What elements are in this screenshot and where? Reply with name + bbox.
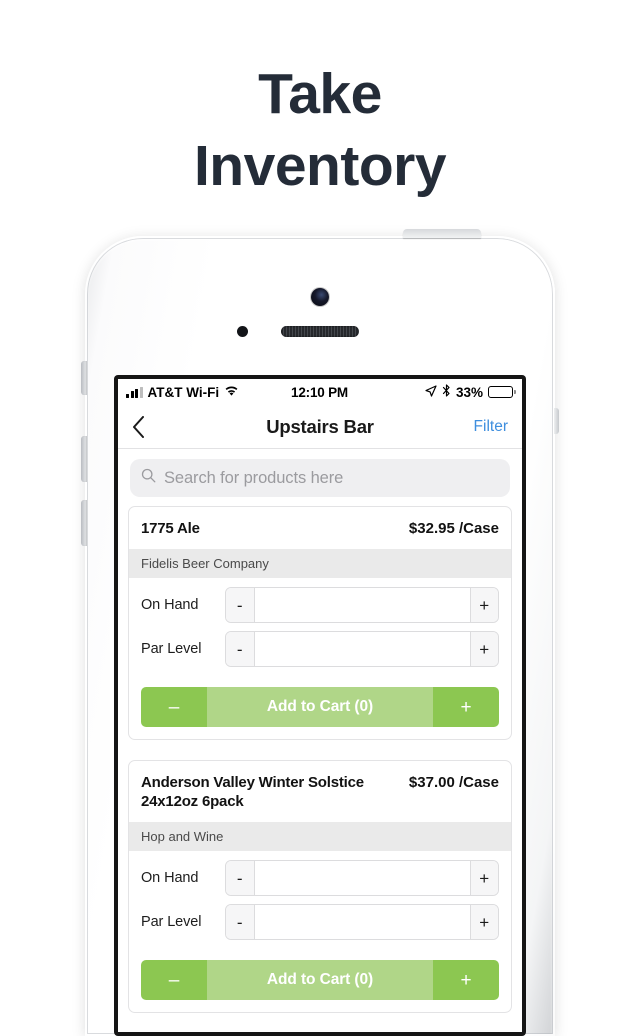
silent-switch[interactable]: [81, 361, 87, 395]
search-icon: [141, 468, 156, 488]
filter-button[interactable]: Filter: [474, 418, 508, 436]
search-section: Search for products here: [118, 449, 522, 506]
product-list: 1775 Ale $32.95 /Case Fidelis Beer Compa…: [118, 506, 522, 1032]
cart-decrement-button[interactable]: –: [141, 687, 207, 727]
search-input[interactable]: Search for products here: [130, 459, 510, 497]
product-card: Anderson Valley Winter Solstice 24x12oz …: [128, 760, 512, 1013]
screen-bezel: AT&T Wi-Fi 12:10 PM 33% Upstairs Bar Fil…: [114, 375, 526, 1036]
cart-increment-button[interactable]: +: [433, 687, 499, 727]
status-bar-left: AT&T Wi-Fi: [126, 385, 291, 400]
on-hand-decrement-button[interactable]: -: [226, 861, 255, 895]
on-hand-stepper[interactable]: - +: [225, 860, 499, 896]
status-bar-right: 33%: [348, 384, 516, 400]
wifi-icon: [224, 385, 239, 400]
volume-up-button[interactable]: [81, 436, 87, 482]
par-level-row: Par Level - +: [141, 631, 499, 667]
page-title: Take Inventory: [0, 58, 640, 202]
sim-tray: [554, 408, 559, 434]
on-hand-increment-button[interactable]: +: [469, 588, 498, 622]
carrier-label: AT&T Wi-Fi: [147, 384, 220, 400]
par-level-input[interactable]: [254, 905, 470, 939]
par-level-stepper[interactable]: - +: [225, 631, 499, 667]
navigation-bar: Upstairs Bar Filter: [118, 405, 522, 449]
product-price: $37.00 /Case: [408, 774, 499, 791]
par-level-row: Par Level - +: [141, 904, 499, 940]
on-hand-input[interactable]: [254, 861, 470, 895]
on-hand-row: On Hand - +: [141, 587, 499, 623]
front-camera-icon: [311, 288, 329, 306]
battery-percent-label: 33%: [455, 384, 483, 400]
par-level-label: Par Level: [141, 914, 202, 930]
page-title-line-1: Take: [258, 62, 382, 126]
par-level-stepper[interactable]: - +: [225, 904, 499, 940]
on-hand-row: On Hand - +: [141, 860, 499, 896]
screen-title: Upstairs Bar: [266, 415, 374, 437]
product-name: Anderson Valley Winter Solstice 24x12oz …: [141, 774, 364, 810]
earpiece-speaker-icon: [281, 326, 359, 337]
search-placeholder: Search for products here: [164, 468, 344, 487]
on-hand-decrement-button[interactable]: -: [226, 588, 255, 622]
par-level-decrement-button[interactable]: -: [226, 905, 255, 939]
location-arrow-icon: [425, 384, 437, 400]
product-card: 1775 Ale $32.95 /Case Fidelis Beer Compa…: [128, 506, 512, 740]
quantity-rows: On Hand - + Par Level - +: [129, 851, 511, 956]
par-level-label: Par Level: [141, 641, 202, 657]
add-to-cart-button[interactable]: Add to Cart (0): [207, 960, 433, 1000]
back-chevron-icon[interactable]: [132, 415, 168, 438]
on-hand-input[interactable]: [254, 588, 470, 622]
quantity-rows: On Hand - + Par Level - +: [129, 578, 511, 683]
clock-label: 12:10 PM: [291, 384, 348, 400]
volume-down-button[interactable]: [81, 500, 87, 546]
on-hand-increment-button[interactable]: +: [469, 861, 498, 895]
par-level-increment-button[interactable]: +: [469, 905, 498, 939]
phone-screen: AT&T Wi-Fi 12:10 PM 33% Upstairs Bar Fil…: [118, 379, 522, 1032]
add-to-cart-bar: – Add to Cart (0) +: [141, 687, 499, 727]
iphone-device-mockup: AT&T Wi-Fi 12:10 PM 33% Upstairs Bar Fil…: [81, 229, 559, 1036]
par-level-decrement-button[interactable]: -: [226, 632, 255, 666]
product-price: $32.95 /Case: [408, 520, 499, 537]
signal-bars-icon: [126, 386, 143, 398]
add-to-cart-bar: – Add to Cart (0) +: [141, 960, 499, 1000]
product-supplier: Hop and Wine: [129, 822, 511, 851]
proximity-sensor-icon: [237, 326, 248, 337]
add-to-cart-button[interactable]: Add to Cart (0): [207, 687, 433, 727]
par-level-input[interactable]: [254, 632, 470, 666]
product-supplier: Fidelis Beer Company: [129, 549, 511, 578]
on-hand-stepper[interactable]: - +: [225, 587, 499, 623]
cart-decrement-button[interactable]: –: [141, 960, 207, 1000]
page-title-line-2: Inventory: [193, 134, 447, 198]
on-hand-label: On Hand: [141, 597, 199, 613]
par-level-increment-button[interactable]: +: [469, 632, 498, 666]
cart-increment-button[interactable]: +: [433, 960, 499, 1000]
bluetooth-icon: [442, 384, 451, 400]
product-header: 1775 Ale $32.95 /Case: [129, 507, 511, 549]
product-header: Anderson Valley Winter Solstice 24x12oz …: [129, 761, 511, 822]
battery-icon: [488, 386, 516, 398]
on-hand-label: On Hand: [141, 870, 199, 886]
status-bar: AT&T Wi-Fi 12:10 PM 33%: [118, 379, 522, 405]
power-button[interactable]: [403, 229, 481, 238]
product-name: 1775 Ale: [141, 520, 200, 537]
